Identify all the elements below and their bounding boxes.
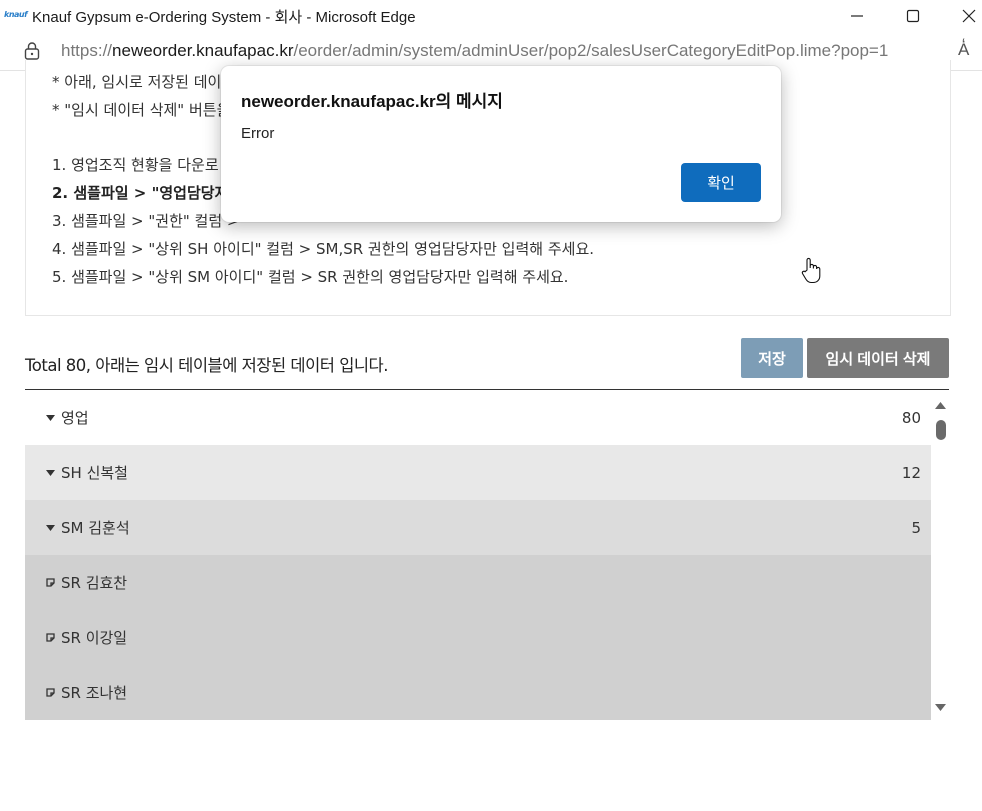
url-scheme: https://: [61, 41, 113, 60]
notice-line: 1. 영업조직 현황을 다운로: [52, 156, 219, 174]
ok-button[interactable]: 확인: [681, 163, 761, 202]
tree-row-label: SR 김효찬: [61, 574, 128, 592]
title-bar: knauf Knauf Gypsum e-Ordering System - 회…: [0, 0, 982, 32]
tree-row[interactable]: SR 조나현: [25, 665, 931, 720]
tree-row-count: 80: [901, 408, 921, 427]
tree-row-count: 5: [911, 518, 921, 537]
tree-row-label: SR 이강일: [61, 629, 128, 647]
notice-line: 4. 샘플파일 > "상위 SH 아이디" 컬럼 > SM,SR 권한의 영업담…: [52, 240, 595, 258]
tree-scrollbar[interactable]: [931, 390, 949, 723]
tree-row-count: 12: [901, 463, 921, 482]
tree-row-label: SM 김훈석: [61, 519, 130, 537]
caret-down-icon[interactable]: [25, 414, 61, 421]
notice-line: 2. 샘플파일 > "영업담당자: [52, 184, 229, 202]
tree-row-label: SH 신복철: [61, 464, 128, 482]
tree-row[interactable]: SM 김훈석 5: [25, 500, 931, 555]
dialog-title: neweorder.knaufapac.kr의 메시지: [241, 92, 503, 111]
notice-line: 3. 샘플파일 > "권한" 컬럼 >: [52, 212, 240, 230]
notice-line: * 아래, 임시로 저장된 데이: [52, 73, 222, 91]
tree-row[interactable]: SR 이강일: [25, 610, 931, 665]
scroll-thumb[interactable]: [936, 420, 946, 440]
alert-dialog: neweorder.knaufapac.kr의 메시지 Error 확인: [221, 66, 781, 222]
read-aloud-icon[interactable]: A̒: [958, 40, 969, 60]
minimize-icon: [851, 15, 863, 17]
url-path: /eorder/admin/system/adminUser/pop2/sale…: [293, 41, 889, 60]
tree-row[interactable]: SH 신복철 12: [25, 445, 931, 500]
maximize-button[interactable]: [890, 0, 936, 32]
scroll-up-icon[interactable]: [935, 402, 946, 409]
tree-row[interactable]: SR 김효찬: [25, 555, 931, 610]
close-icon: [962, 9, 976, 23]
leaf-node-icon: [25, 688, 61, 697]
save-button[interactable]: 저장: [741, 338, 803, 378]
dialog-message: Error: [241, 125, 275, 142]
caret-down-icon[interactable]: [25, 524, 61, 531]
tree-row[interactable]: 영업 80: [25, 390, 931, 445]
hand-pointer-icon: [801, 257, 821, 284]
maximize-icon: [906, 9, 920, 23]
leaf-node-icon: [25, 578, 61, 587]
scroll-down-icon[interactable]: [935, 704, 946, 711]
window-title: Knauf Gypsum e-Ordering System - 회사 - Mi…: [32, 9, 416, 26]
minimize-button[interactable]: [834, 0, 880, 32]
leaf-node-icon: [25, 633, 61, 642]
knauf-logo-icon: knauf: [4, 10, 28, 19]
notice-line: 5. 샘플파일 > "상위 SM 아이디" 컬럼 > SR 권한의 영업담당자만…: [52, 268, 569, 286]
sales-org-tree: 영업 80 SH 신복철 12 SM 김훈석 5 SR 김효찬 SR 이강일 S…: [25, 389, 949, 723]
summary-text: Total 80, 아래는 임시 테이블에 저장된 데이터 입니다.: [25, 356, 388, 375]
tree-row-label: 영업: [61, 409, 89, 427]
notice-line: * "임시 데이터 삭제" 버튼을: [52, 101, 231, 119]
delete-temp-data-button[interactable]: 임시 데이터 삭제: [807, 338, 949, 378]
caret-down-icon[interactable]: [25, 469, 61, 476]
close-window-button[interactable]: [946, 0, 982, 32]
url-text[interactable]: https://neweorder.knaufapac.kr/eorder/ad…: [61, 41, 888, 61]
url-host: neweorder.knaufapac.kr: [112, 41, 294, 60]
tree-row-label: SR 조나현: [61, 684, 128, 702]
